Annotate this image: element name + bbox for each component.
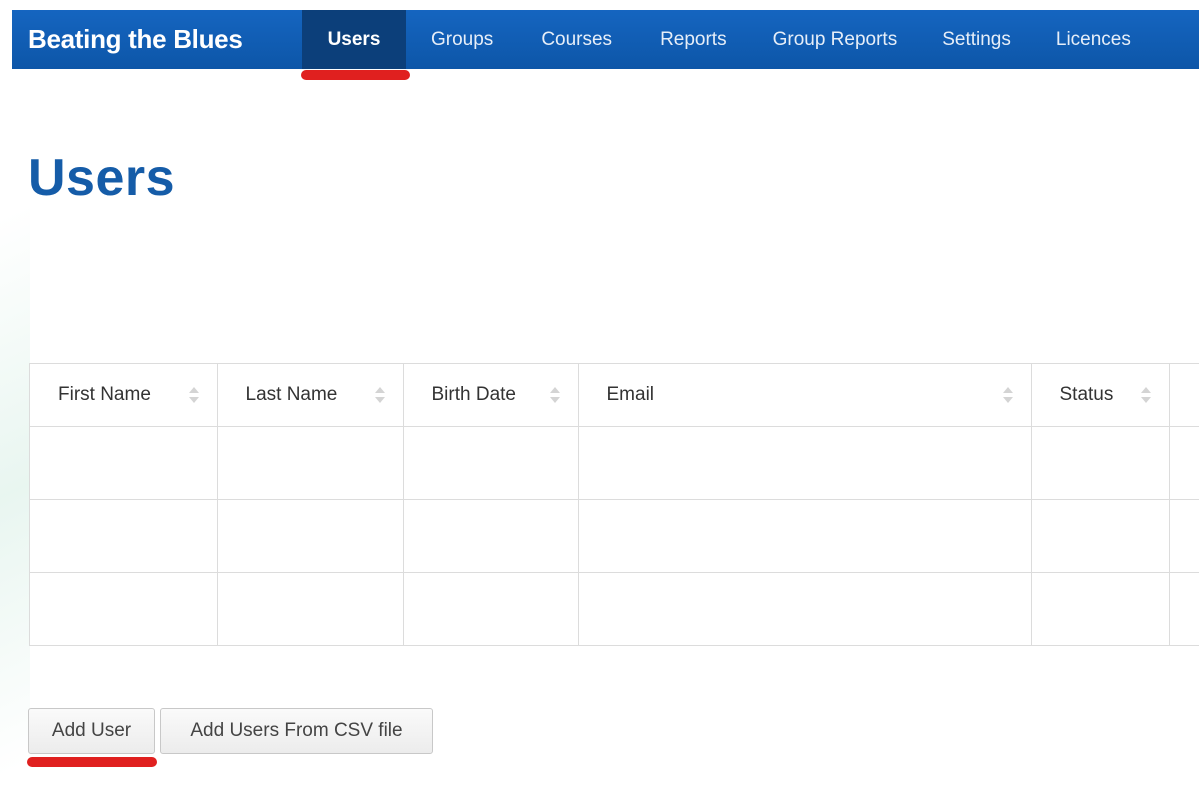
table-cell bbox=[1169, 499, 1199, 573]
page: Beating the Blues Users Groups Courses R… bbox=[0, 0, 1199, 807]
column-label: Birth Date bbox=[431, 383, 516, 405]
table-row[interactable] bbox=[30, 426, 1199, 500]
sort-icon[interactable] bbox=[188, 386, 199, 403]
column-header-partial[interactable] bbox=[1169, 364, 1199, 427]
add-user-highlight bbox=[27, 757, 157, 767]
nav-item-reports[interactable]: Reports bbox=[612, 10, 727, 69]
table-cell bbox=[217, 499, 404, 573]
table-cell bbox=[1169, 426, 1199, 500]
table-cell bbox=[30, 499, 218, 573]
nav-menu: Users Groups Courses Reports Group Repor… bbox=[302, 10, 1131, 69]
column-header-status[interactable]: Status bbox=[1031, 364, 1170, 427]
column-header-email[interactable]: Email bbox=[578, 364, 1032, 427]
sort-icon[interactable] bbox=[374, 386, 385, 403]
column-label: Last Name bbox=[245, 383, 338, 405]
column-header-birth-date[interactable]: Birth Date bbox=[403, 364, 579, 427]
nav-item-users[interactable]: Users bbox=[302, 10, 406, 69]
column-header-last-name[interactable]: Last Name bbox=[217, 364, 404, 427]
sort-icon[interactable] bbox=[1140, 386, 1151, 403]
table-cell bbox=[1169, 572, 1199, 645]
add-user-button[interactable]: Add User bbox=[28, 708, 155, 754]
table-cell bbox=[30, 572, 218, 645]
column-label: Status bbox=[1059, 383, 1114, 405]
table-cell bbox=[1031, 499, 1170, 573]
table-cell bbox=[30, 426, 218, 500]
column-label: First Name bbox=[58, 383, 151, 405]
brand-name[interactable]: Beating the Blues bbox=[12, 10, 284, 69]
table-cell bbox=[403, 572, 579, 645]
nav-item-group-reports[interactable]: Group Reports bbox=[727, 10, 898, 69]
table-cell bbox=[217, 572, 404, 645]
column-label: Email bbox=[606, 383, 655, 405]
nav-item-courses[interactable]: Courses bbox=[493, 10, 612, 69]
table-cell bbox=[1031, 572, 1170, 645]
sort-icon[interactable] bbox=[1002, 386, 1013, 403]
nav-item-settings[interactable]: Settings bbox=[897, 10, 1011, 69]
table-cell bbox=[1031, 426, 1170, 500]
users-nav-highlight bbox=[301, 70, 410, 80]
table-cell bbox=[578, 426, 1032, 500]
table-cell bbox=[578, 499, 1032, 573]
sort-icon[interactable] bbox=[549, 386, 560, 403]
page-title: Users bbox=[28, 149, 176, 207]
table-cell bbox=[217, 426, 404, 500]
table-cell bbox=[403, 499, 579, 573]
add-users-from-csv-button[interactable]: Add Users From CSV file bbox=[160, 708, 433, 754]
table-cell bbox=[578, 572, 1032, 645]
table-cell bbox=[403, 426, 579, 500]
nav-item-licences[interactable]: Licences bbox=[1011, 10, 1131, 69]
action-buttons: Add User Add Users From CSV file bbox=[28, 708, 433, 754]
background-decoration bbox=[0, 203, 30, 797]
users-table: First Name Last Name Birth Date Email St… bbox=[29, 363, 1199, 646]
nav-item-groups[interactable]: Groups bbox=[406, 10, 493, 69]
table-row[interactable] bbox=[30, 499, 1199, 573]
column-header-first-name[interactable]: First Name bbox=[30, 364, 218, 427]
table-row[interactable] bbox=[30, 572, 1199, 645]
table-header-row: First Name Last Name Birth Date Email St… bbox=[30, 364, 1199, 427]
top-navbar: Beating the Blues Users Groups Courses R… bbox=[12, 10, 1199, 69]
